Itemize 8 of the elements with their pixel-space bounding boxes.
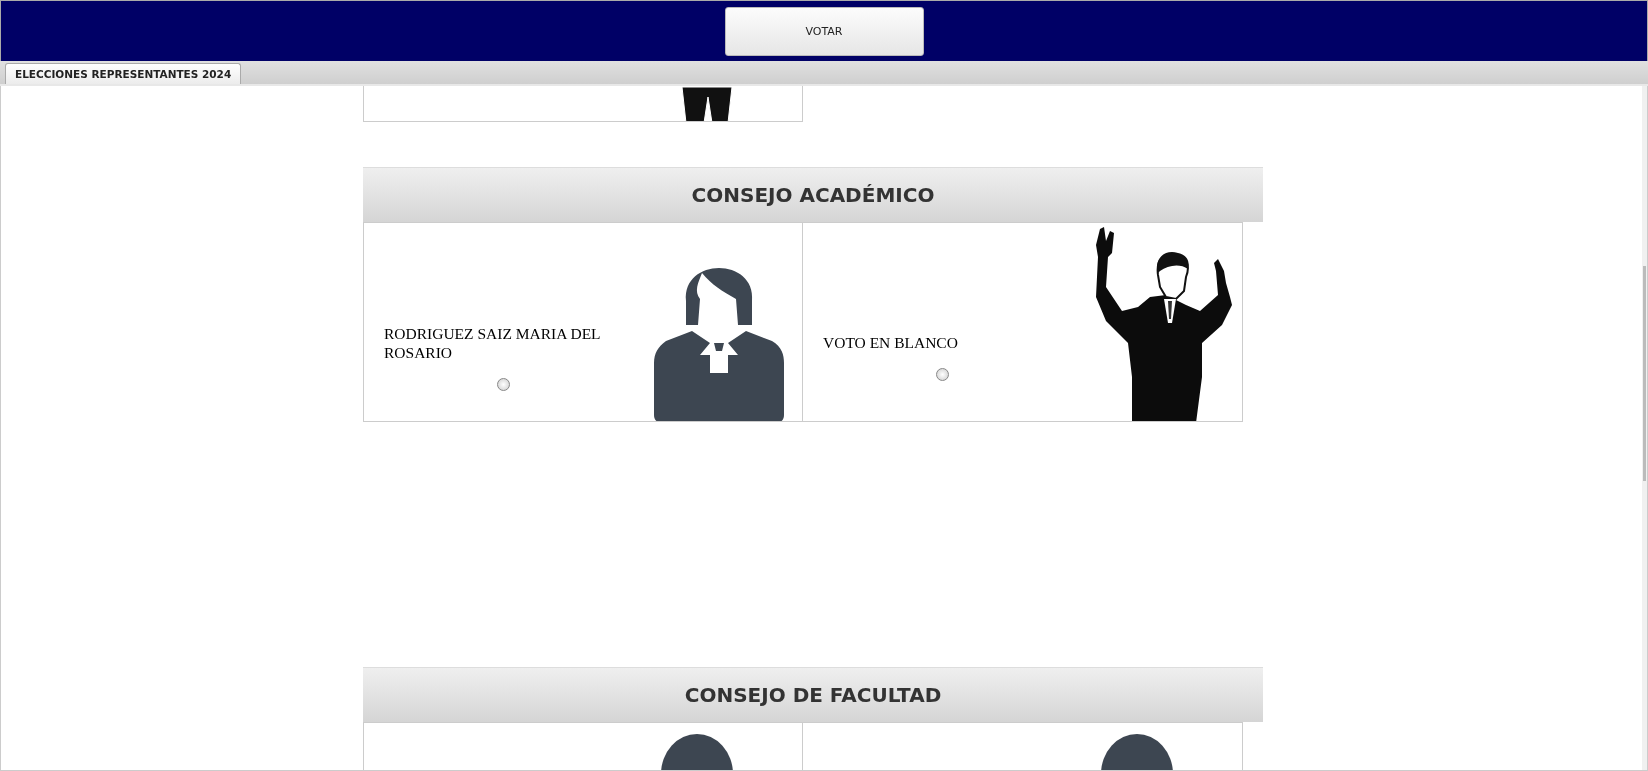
candidate-name: RODRIGUEZ SAIZ MARIA DEL ROSARIO [384,323,601,362]
candidate-name: VOTO EN BLANCO [823,333,959,352]
tab[interactable]: ELECCIONES REPRESENTANTES 2024 [5,63,242,84]
vote-radio[interactable] [497,377,510,391]
section-header: CONSEJO DE FACULTAD [363,667,1263,722]
vote-button[interactable]: VOTAR [724,7,924,56]
vote-radio[interactable] [936,368,949,381]
section-header: CONSEJO ACADÉMICO [363,167,1263,222]
